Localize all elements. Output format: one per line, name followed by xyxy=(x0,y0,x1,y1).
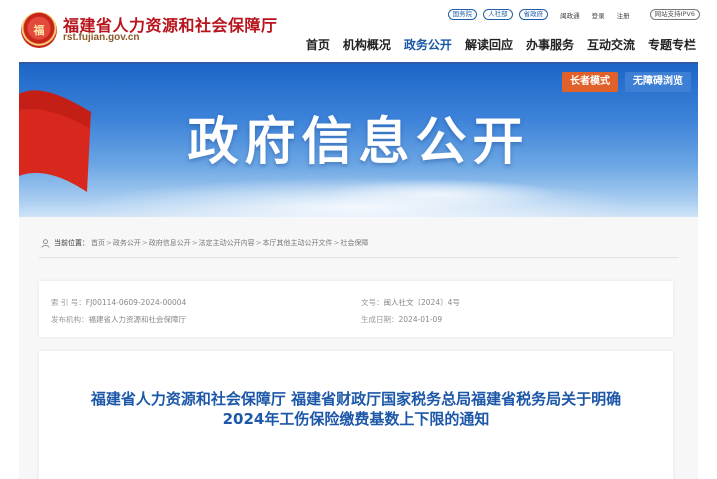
breadcrumb-home[interactable]: 首页 xyxy=(91,238,105,248)
document-title-line2: 2024年工伤保险缴费基数上下限的通知 xyxy=(222,410,490,428)
main-nav: 首页 机构概况 政务公开 解读回应 办事服务 互动交流 专题专栏 xyxy=(306,36,696,53)
register-link[interactable]: 注册 xyxy=(617,10,630,20)
breadcrumb-legal-content[interactable]: 法定主动公开内容 xyxy=(199,238,255,248)
document-title: 福建省人力资源和社会保障厅 福建省财政厅国家税务总局福建省税务局关于明确 202… xyxy=(39,389,673,429)
meta-index: 索 引 号：FJ00114-0609-2024-00004 xyxy=(51,298,187,307)
nav-services[interactable]: 办事服务 xyxy=(526,36,574,53)
divider xyxy=(39,257,679,258)
accessible-browse-button[interactable]: 无障碍浏览 xyxy=(625,72,691,92)
emblem-text: 福 xyxy=(33,23,45,37)
breadcrumb: 当前位置： 首页 > 政务公开 > 政府信息公开 > 法定主动公开内容 > 本厅… xyxy=(41,238,368,248)
site-domain: rst.fujian.gov.cn xyxy=(63,32,140,43)
document-meta-card: 索 引 号：FJ00114-0609-2024-00004 文号：闽人社文〔20… xyxy=(39,281,673,337)
breadcrumb-other-files[interactable]: 本厅其他主动公开文件 xyxy=(263,238,333,248)
breadcrumb-gov-affairs[interactable]: 政务公开 xyxy=(113,238,141,248)
ipv6-badge: 网站支持IPV6 xyxy=(649,9,700,20)
site-emblem-icon[interactable]: 福 xyxy=(21,12,57,48)
nav-org-overview[interactable]: 机构概况 xyxy=(343,36,391,53)
meta-date: 生成日期：2024-01-09 xyxy=(361,315,443,324)
document-title-card: 福建省人力资源和社会保障厅 福建省财政厅国家税务总局福建省税务局关于明确 202… xyxy=(39,351,673,479)
banner: 政府信息公开 长者模式 无障碍浏览 xyxy=(19,62,698,219)
nav-home[interactable]: 首页 xyxy=(306,36,330,53)
breadcrumb-label: 当前位置： xyxy=(54,239,89,247)
link-minzhengtong[interactable]: 闽政通 xyxy=(560,10,580,20)
link-mohrss[interactable]: 人社部 xyxy=(483,9,513,20)
document-title-line1: 福建省人力资源和社会保障厅 福建省财政厅国家税务总局福建省税务局关于明确 xyxy=(90,390,622,408)
nav-interaction[interactable]: 互动交流 xyxy=(587,36,635,53)
main-content: 当前位置： 首页 > 政务公开 > 政府信息公开 > 法定主动公开内容 > 本厅… xyxy=(19,217,698,479)
nav-gov-affairs[interactable]: 政务公开 xyxy=(404,36,452,53)
site-header: 福 福建省人力资源和社会保障厅 rst.fujian.gov.cn 国务院 人社… xyxy=(0,0,717,62)
link-provincial-gov[interactable]: 省政府 xyxy=(518,9,549,20)
login-link[interactable]: 登录 xyxy=(592,10,605,20)
location-person-icon xyxy=(41,238,50,248)
elder-mode-button[interactable]: 长者模式 xyxy=(562,72,618,92)
meta-doc-no: 文号：闽人社文〔2024〕4号 xyxy=(361,298,460,307)
nav-topics[interactable]: 专题专栏 xyxy=(648,36,696,53)
link-state-council[interactable]: 国务院 xyxy=(447,9,478,20)
nav-interpretation[interactable]: 解读回应 xyxy=(465,36,513,53)
banner-title: 政府信息公开 xyxy=(187,113,530,172)
top-links-bar: 国务院 人社部 省政府 闽政通 登录 注册 网站支持IPV6 xyxy=(447,9,700,20)
meta-publisher: 发布机构：福建省人力资源和社会保障厅 xyxy=(51,315,186,324)
breadcrumb-gov-info[interactable]: 政府信息公开 xyxy=(149,238,191,248)
breadcrumb-social-security[interactable]: 社会保障 xyxy=(340,238,368,248)
